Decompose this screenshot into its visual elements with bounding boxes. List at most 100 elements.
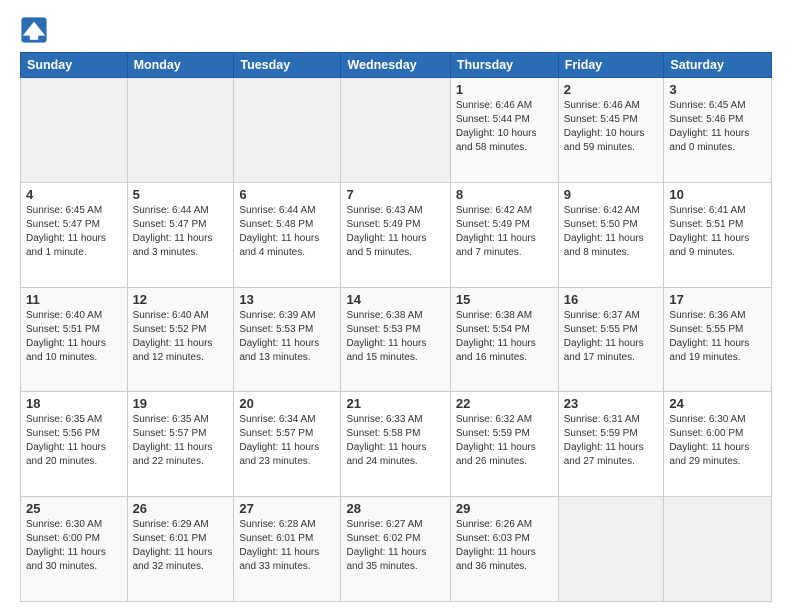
calendar-cell: 12 Sunrise: 6:40 AM Sunset: 5:52 PM Dayli…: [127, 287, 234, 392]
cell-info: Sunrise: 6:39 AM Sunset: 5:53 PM Dayligh…: [239, 309, 335, 365]
cell-info: Sunrise: 6:41 AM Sunset: 5:51 PM Dayligh…: [669, 204, 766, 260]
day-number: 20: [239, 396, 335, 411]
calendar-cell: [21, 78, 128, 183]
day-header-saturday: Saturday: [664, 53, 772, 78]
day-number: 7: [346, 187, 444, 202]
calendar-cell: 15 Sunrise: 6:38 AM Sunset: 5:54 PM Dayli…: [450, 287, 558, 392]
cell-info: Sunrise: 6:29 AM Sunset: 6:01 PM Dayligh…: [133, 518, 229, 574]
day-number: 12: [133, 292, 229, 307]
day-number: 21: [346, 396, 444, 411]
day-number: 13: [239, 292, 335, 307]
week-row-3: 18 Sunrise: 6:35 AM Sunset: 5:56 PM Dayli…: [21, 392, 772, 497]
header: [20, 16, 772, 44]
calendar-cell: 2 Sunrise: 6:46 AM Sunset: 5:45 PM Daylig…: [558, 78, 664, 183]
day-number: 8: [456, 187, 553, 202]
calendar-cell: 20 Sunrise: 6:34 AM Sunset: 5:57 PM Dayli…: [234, 392, 341, 497]
day-number: 3: [669, 82, 766, 97]
calendar-cell: 27 Sunrise: 6:28 AM Sunset: 6:01 PM Dayli…: [234, 497, 341, 602]
calendar-cell: 25 Sunrise: 6:30 AM Sunset: 6:00 PM Dayli…: [21, 497, 128, 602]
calendar-cell: 28Sunrise: 6:27 AM Sunset: 6:02 PM Dayli…: [341, 497, 450, 602]
day-number: 23: [564, 396, 659, 411]
day-header-tuesday: Tuesday: [234, 53, 341, 78]
day-number: 11: [26, 292, 122, 307]
day-number: 26: [133, 501, 229, 516]
cell-info: Sunrise: 6:40 AM Sunset: 5:52 PM Dayligh…: [133, 309, 229, 365]
calendar-cell: 22 Sunrise: 6:32 AM Sunset: 5:59 PM Dayli…: [450, 392, 558, 497]
cell-info: Sunrise: 6:33 AM Sunset: 5:58 PM Dayligh…: [346, 413, 444, 469]
calendar-cell: 1 Sunrise: 6:46 AM Sunset: 5:44 PM Daylig…: [450, 78, 558, 183]
calendar-cell: [558, 497, 664, 602]
page: SundayMondayTuesdayWednesdayThursdayFrid…: [0, 0, 792, 612]
calendar-cell: 11 Sunrise: 6:40 AM Sunset: 5:51 PM Dayli…: [21, 287, 128, 392]
cell-info: Sunrise: 6:30 AM Sunset: 6:00 PM Dayligh…: [669, 413, 766, 469]
cell-info: Sunrise: 6:36 AM Sunset: 5:55 PM Dayligh…: [669, 309, 766, 365]
calendar-cell: 26 Sunrise: 6:29 AM Sunset: 6:01 PM Dayli…: [127, 497, 234, 602]
calendar-cell: [234, 78, 341, 183]
cell-info: Sunrise: 6:35 AM Sunset: 5:56 PM Dayligh…: [26, 413, 122, 469]
calendar-cell: 29 Sunrise: 6:26 AM Sunset: 6:03 PM Dayli…: [450, 497, 558, 602]
calendar-cell: 5Sunrise: 6:44 AM Sunset: 5:47 PM Daylig…: [127, 182, 234, 287]
cell-info: Sunrise: 6:34 AM Sunset: 5:57 PM Dayligh…: [239, 413, 335, 469]
logo: [20, 16, 52, 44]
calendar-header-row: SundayMondayTuesdayWednesdayThursdayFrid…: [21, 53, 772, 78]
day-number: 2: [564, 82, 659, 97]
cell-info: Sunrise: 6:38 AM Sunset: 5:54 PM Dayligh…: [456, 309, 553, 365]
day-number: 29: [456, 501, 553, 516]
week-row-1: 4 Sunrise: 6:45 AM Sunset: 5:47 PM Daylig…: [21, 182, 772, 287]
cell-info: Sunrise: 6:32 AM Sunset: 5:59 PM Dayligh…: [456, 413, 553, 469]
calendar-cell: [127, 78, 234, 183]
day-number: 10: [669, 187, 766, 202]
calendar-cell: 9 Sunrise: 6:42 AM Sunset: 5:50 PM Daylig…: [558, 182, 664, 287]
cell-info: Sunrise: 6:38 AM Sunset: 5:53 PM Dayligh…: [346, 309, 444, 365]
cell-info: Sunrise: 6:35 AM Sunset: 5:57 PM Dayligh…: [133, 413, 229, 469]
day-number: 19: [133, 396, 229, 411]
day-number: 4: [26, 187, 122, 202]
day-number: 5: [133, 187, 229, 202]
cell-info: Sunrise: 6:42 AM Sunset: 5:50 PM Dayligh…: [564, 204, 659, 260]
day-number: 9: [564, 187, 659, 202]
day-number: 28: [346, 501, 444, 516]
day-number: 1: [456, 82, 553, 97]
cell-info: Sunrise: 6:31 AM Sunset: 5:59 PM Dayligh…: [564, 413, 659, 469]
calendar-cell: 4 Sunrise: 6:45 AM Sunset: 5:47 PM Daylig…: [21, 182, 128, 287]
calendar-cell: [664, 497, 772, 602]
cell-info: Sunrise: 6:37 AM Sunset: 5:55 PM Dayligh…: [564, 309, 659, 365]
cell-info: Sunrise: 6:42 AM Sunset: 5:49 PM Dayligh…: [456, 204, 553, 260]
calendar-cell: 10 Sunrise: 6:41 AM Sunset: 5:51 PM Dayli…: [664, 182, 772, 287]
day-header-sunday: Sunday: [21, 53, 128, 78]
cell-info: Sunrise: 6:40 AM Sunset: 5:51 PM Dayligh…: [26, 309, 122, 365]
cell-info: Sunrise: 6:30 AM Sunset: 6:00 PM Dayligh…: [26, 518, 122, 574]
calendar-cell: 16Sunrise: 6:37 AM Sunset: 5:55 PM Dayli…: [558, 287, 664, 392]
cell-info: Sunrise: 6:44 AM Sunset: 5:48 PM Dayligh…: [239, 204, 335, 260]
calendar-cell: 23 Sunrise: 6:31 AM Sunset: 5:59 PM Dayli…: [558, 392, 664, 497]
day-number: 27: [239, 501, 335, 516]
day-header-wednesday: Wednesday: [341, 53, 450, 78]
day-number: 22: [456, 396, 553, 411]
cell-info: Sunrise: 6:46 AM Sunset: 5:44 PM Dayligh…: [456, 99, 553, 155]
day-number: 24: [669, 396, 766, 411]
calendar-cell: 7 Sunrise: 6:43 AM Sunset: 5:49 PM Daylig…: [341, 182, 450, 287]
calendar-table: SundayMondayTuesdayWednesdayThursdayFrid…: [20, 52, 772, 602]
cell-info: Sunrise: 6:28 AM Sunset: 6:01 PM Dayligh…: [239, 518, 335, 574]
day-header-monday: Monday: [127, 53, 234, 78]
day-number: 15: [456, 292, 553, 307]
calendar-cell: 18 Sunrise: 6:35 AM Sunset: 5:56 PM Dayli…: [21, 392, 128, 497]
day-number: 18: [26, 396, 122, 411]
day-number: 6: [239, 187, 335, 202]
cell-info: Sunrise: 6:26 AM Sunset: 6:03 PM Dayligh…: [456, 518, 553, 574]
calendar-cell: 17 Sunrise: 6:36 AM Sunset: 5:55 PM Dayli…: [664, 287, 772, 392]
week-row-2: 11 Sunrise: 6:40 AM Sunset: 5:51 PM Dayli…: [21, 287, 772, 392]
calendar-cell: 8 Sunrise: 6:42 AM Sunset: 5:49 PM Daylig…: [450, 182, 558, 287]
cell-info: Sunrise: 6:45 AM Sunset: 5:46 PM Dayligh…: [669, 99, 766, 155]
cell-info: Sunrise: 6:45 AM Sunset: 5:47 PM Dayligh…: [26, 204, 122, 260]
calendar-cell: 13 Sunrise: 6:39 AM Sunset: 5:53 PM Dayli…: [234, 287, 341, 392]
calendar-cell: 14Sunrise: 6:38 AM Sunset: 5:53 PM Dayli…: [341, 287, 450, 392]
calendar-cell: [341, 78, 450, 183]
cell-info: Sunrise: 6:43 AM Sunset: 5:49 PM Dayligh…: [346, 204, 444, 260]
week-row-4: 25 Sunrise: 6:30 AM Sunset: 6:00 PM Dayli…: [21, 497, 772, 602]
day-number: 17: [669, 292, 766, 307]
week-row-0: 1 Sunrise: 6:46 AM Sunset: 5:44 PM Daylig…: [21, 78, 772, 183]
day-number: 25: [26, 501, 122, 516]
cell-info: Sunrise: 6:46 AM Sunset: 5:45 PM Dayligh…: [564, 99, 659, 155]
logo-icon: [20, 16, 48, 44]
